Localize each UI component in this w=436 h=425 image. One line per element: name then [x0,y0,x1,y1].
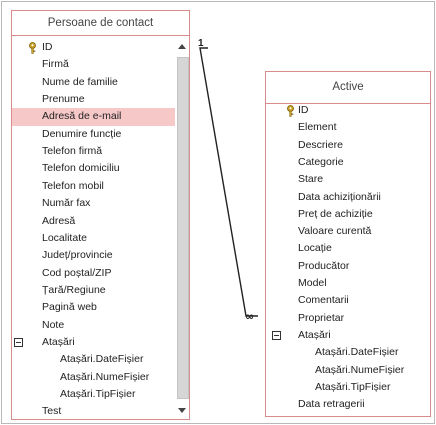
field-row[interactable]: Atașări.NumeFișier [266,362,430,379]
field-row[interactable]: Atașări.TipFișier [12,386,175,403]
field-row[interactable]: Preț de achiziție [266,206,430,223]
primary-key-icon [29,42,36,54]
scroll-up-button[interactable] [175,40,189,54]
field-label: Proprietar [298,311,345,324]
arrow-up-icon [178,44,186,49]
field-row[interactable]: Stare [266,171,430,188]
field-row[interactable]: Telefon firmă [12,143,175,160]
field-label: ID [298,104,309,116]
field-label: Județ/provincie [42,249,113,262]
field-label: Locație [298,242,332,255]
field-row[interactable]: Cod poștal/ZIP [12,265,175,282]
collapse-icon[interactable] [14,337,23,347]
field-row[interactable]: Atașări [266,327,430,344]
field-row[interactable]: Țară/Regiune [12,282,175,299]
field-row[interactable]: Data achiziționării [266,189,430,206]
field-label: Atașări.DateFișier [315,346,399,359]
field-label: Descriere [298,138,343,151]
field-label: Data achiziționării [298,190,381,203]
one-side-symbol: 1 [198,38,204,49]
field-row[interactable]: Locație [266,240,430,257]
table-persoane-de-contact[interactable]: Persoane de contact ID Firmă Nume de famil… [11,10,190,420]
field-label: Data retragerii [298,398,365,411]
primary-key-icon [287,105,294,117]
field-label: Pagină web [42,301,97,314]
field-label: Comentarii [298,294,349,307]
field-label: Valoare curentă [298,225,372,238]
field-label: Atașări.TipFișier [315,380,391,393]
field-row[interactable]: Data retragerii [266,396,430,413]
field-label: Atașări [298,328,331,341]
field-row[interactable]: Proprietar [266,310,430,327]
field-label: Note [42,318,65,331]
field-row[interactable]: Model [266,275,430,292]
field-label: Țară/Regiune [42,283,106,296]
field-label: Telefon domiciliu [42,162,120,175]
field-row[interactable]: Element [266,119,430,136]
many-side-symbol: ∞ [245,310,254,323]
field-label: Telefon firmă [42,145,103,158]
field-row[interactable]: Atașări.DateFișier [266,344,430,361]
field-label: Atașări [42,335,75,348]
field-label: Denumire funcție [42,127,122,140]
field-label: Atașări.NumeFișier [60,370,150,383]
field-label: Prenume [42,93,85,106]
field-label: Categorie [298,155,344,168]
field-row[interactable]: Comentarii [266,292,430,309]
field-label: Model [298,277,327,289]
arrow-down-icon [178,408,186,413]
scroll-thumb[interactable] [177,57,189,399]
field-row[interactable]: Județ/provincie [12,247,175,264]
field-label: Cod poștal/ZIP [42,266,112,279]
field-label: Atașări.NumeFișier [315,363,405,376]
field-label: Preț de achiziție [298,207,373,220]
field-row[interactable]: Număr fax [12,195,175,212]
table-active[interactable]: Active ID Element Descriere Categorie Stare D… [265,71,431,417]
field-row[interactable]: Localitate [12,230,175,247]
field-row[interactable]: Valoare curentă [266,223,430,240]
field-row[interactable]: Telefon mobil [12,178,175,195]
field-row[interactable]: Firmă [12,56,175,73]
field-label: Test [42,405,62,418]
field-row[interactable]: Adresă [12,213,175,230]
field-row[interactable]: Nume de familie [12,74,175,91]
field-label: Telefon mobil [42,179,104,192]
table-title[interactable]: Persoane de contact [12,11,189,36]
field-label: Stare [298,173,324,186]
field-label: Adresă [42,214,76,227]
field-row[interactable]: Note [12,317,175,334]
collapse-icon[interactable] [272,330,281,340]
field-row[interactable]: Atașări.TipFișier [266,379,430,396]
field-label: Atașări.TipFișier [60,388,136,400]
field-row[interactable]: Denumire funcție [12,126,175,143]
scroll-down-button[interactable] [175,403,189,417]
field-row[interactable]: Descriere [266,137,430,154]
relationships-canvas: 1 ∞ Persoane de contact ID Firmă Nume de f… [1,1,435,424]
field-label: Firmă [42,58,69,71]
field-row[interactable]: Adresă de e-mail [12,108,175,126]
field-label: Producător [298,259,350,272]
field-row[interactable]: Prenume [12,91,175,108]
field-row[interactable]: Producător [266,258,430,275]
field-row[interactable]: Pagină web [12,299,175,316]
field-label: Element [298,121,337,134]
field-row[interactable]: Atașări.DateFișier [12,351,175,368]
field-label: Adresă de e-mail [42,110,122,123]
field-row[interactable]: Categorie [266,154,430,171]
field-row[interactable]: Telefon domiciliu [12,160,175,177]
field-label: Localitate [42,231,87,244]
field-label: Nume de familie [42,75,118,88]
field-row[interactable]: Atașări.NumeFișier [12,369,175,386]
field-row[interactable]: Atașări [12,334,175,351]
field-row[interactable]: ID [12,39,175,56]
table-title[interactable]: Active [266,72,430,104]
field-row[interactable]: Test [12,403,175,420]
field-label: Atașări.DateFișier [60,353,144,366]
field-label: ID [42,41,53,53]
field-label: Număr fax [42,197,91,210]
field-row[interactable]: ID [266,102,430,119]
vertical-scrollbar[interactable] [175,39,189,419]
